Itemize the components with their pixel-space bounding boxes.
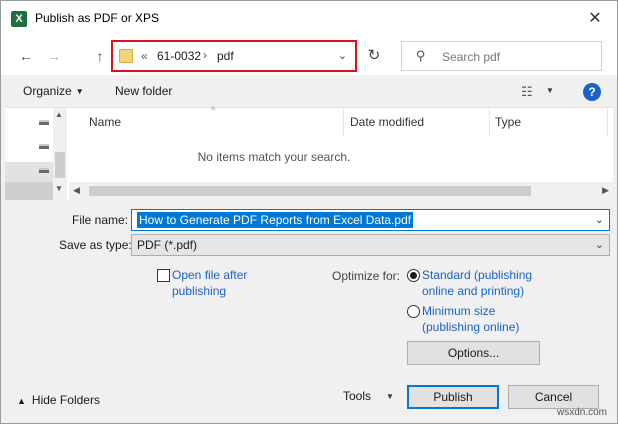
- optimize-minimum-label[interactable]: Minimum size (publishing online): [422, 303, 519, 335]
- search-input[interactable]: Search pdf: [442, 50, 500, 64]
- help-icon[interactable]: ?: [583, 83, 601, 101]
- options-button[interactable]: Options...: [407, 341, 540, 365]
- search-box[interactable]: ⚲ Search pdf: [401, 41, 602, 71]
- breadcrumb-chevron-icon[interactable]: ›: [203, 48, 207, 62]
- scroll-up-icon[interactable]: ▲: [55, 110, 63, 119]
- file-list-horizontal-scrollbar[interactable]: ◀ ▶: [69, 182, 613, 200]
- save-as-type-value: PDF (*.pdf): [137, 238, 198, 252]
- file-name-field[interactable]: How to Generate PDF Reports from Excel D…: [131, 209, 610, 231]
- cancel-button[interactable]: Cancel: [508, 385, 599, 409]
- open-after-publishing-checkbox[interactable]: [157, 269, 170, 282]
- back-arrow-icon[interactable]: ←: [15, 45, 37, 67]
- forward-arrow-icon[interactable]: →: [43, 45, 65, 67]
- hide-folders-toggle[interactable]: ▲ Hide Folders: [17, 393, 100, 407]
- empty-list-message: No items match your search.: [197, 150, 351, 164]
- breadcrumb-pdf[interactable]: pdf: [217, 49, 234, 63]
- view-caret-icon[interactable]: ▼: [546, 86, 554, 95]
- publish-button[interactable]: Publish: [407, 385, 499, 409]
- optimize-minimum-radio[interactable]: [407, 305, 420, 318]
- column-divider[interactable]: [489, 108, 490, 136]
- scroll-left-icon[interactable]: ◀: [73, 185, 80, 196]
- chevron-down-icon[interactable]: ⌄: [595, 213, 604, 226]
- nav-pane-vertical-scrollbar[interactable]: ▲ ▼: [53, 108, 67, 200]
- column-divider[interactable]: [607, 108, 608, 136]
- optimize-standard-label[interactable]: Standard (publishing online and printing…: [422, 267, 532, 299]
- title-bar: X Publish as PDF or XPS ✕: [1, 1, 617, 37]
- address-bar[interactable]: « 61-0032 › pdf ⌄: [111, 40, 357, 72]
- tools-menu[interactable]: Tools: [343, 389, 371, 403]
- search-icon: ⚲: [416, 48, 426, 63]
- folder-icon: [119, 49, 133, 63]
- file-browser: ▲ ▼ ^ Name Date modified Type No items m…: [5, 105, 613, 200]
- tools-caret-icon[interactable]: ▼: [386, 392, 394, 401]
- column-name[interactable]: Name: [89, 115, 121, 129]
- scroll-down-icon[interactable]: ▼: [55, 184, 63, 193]
- chevron-down-icon[interactable]: ⌄: [595, 238, 604, 251]
- drive-icon[interactable]: [39, 120, 49, 125]
- column-date-modified[interactable]: Date modified: [350, 115, 424, 129]
- address-dropdown-icon[interactable]: ⌄: [338, 49, 347, 62]
- column-type[interactable]: Type: [495, 115, 521, 129]
- breadcrumb-61-0032[interactable]: 61-0032: [157, 49, 201, 63]
- file-name-label: File name:: [72, 213, 129, 227]
- organize-menu[interactable]: Organize ▼: [23, 84, 84, 98]
- organize-label: Organize: [23, 84, 72, 98]
- new-folder-button[interactable]: New folder: [115, 84, 172, 98]
- column-divider[interactable]: [343, 108, 344, 136]
- close-button[interactable]: ✕: [583, 7, 607, 31]
- view-options-icon[interactable]: ☷: [521, 84, 533, 100]
- nav-pane-footer: [5, 182, 53, 200]
- optimize-standard-radio[interactable]: [407, 269, 420, 282]
- excel-app-icon: X: [11, 11, 27, 27]
- watermark: wsxdn.com: [556, 407, 607, 418]
- caret-up-icon: ▲: [17, 396, 26, 406]
- scroll-thumb[interactable]: [55, 152, 65, 178]
- up-arrow-icon[interactable]: ↑: [89, 45, 111, 67]
- sort-caret-icon: ^: [211, 105, 216, 115]
- hide-folders-label: Hide Folders: [31, 393, 100, 407]
- save-as-type-label: Save as type:: [59, 238, 132, 252]
- save-as-type-select[interactable]: PDF (*.pdf) ⌄: [131, 234, 610, 256]
- scroll-right-icon[interactable]: ▶: [602, 185, 609, 196]
- file-name-value[interactable]: How to Generate PDF Reports from Excel D…: [137, 212, 414, 228]
- navigation-bar: ← → ↑ « 61-0032 › pdf ⌄ ↻ ⚲ Search pdf: [1, 37, 617, 75]
- drive-icon[interactable]: [39, 168, 49, 173]
- window-title: Publish as PDF or XPS: [35, 11, 160, 25]
- publish-dialog: X Publish as PDF or XPS ✕ ← → ↑ « 61-003…: [0, 0, 618, 424]
- optimize-for-label: Optimize for:: [332, 269, 401, 283]
- scroll-thumb[interactable]: [89, 186, 531, 196]
- open-after-publishing-label[interactable]: Open file after publishing: [172, 267, 247, 299]
- drive-icon[interactable]: [39, 144, 49, 149]
- refresh-icon[interactable]: ↻: [363, 45, 385, 67]
- caret-down-icon: ▼: [75, 87, 84, 96]
- column-header: ^ Name Date modified Type: [69, 105, 611, 136]
- command-toolbar: Organize ▼ New folder ☷ ▼ ?: [1, 75, 617, 107]
- breadcrumb-overflow[interactable]: «: [141, 49, 148, 63]
